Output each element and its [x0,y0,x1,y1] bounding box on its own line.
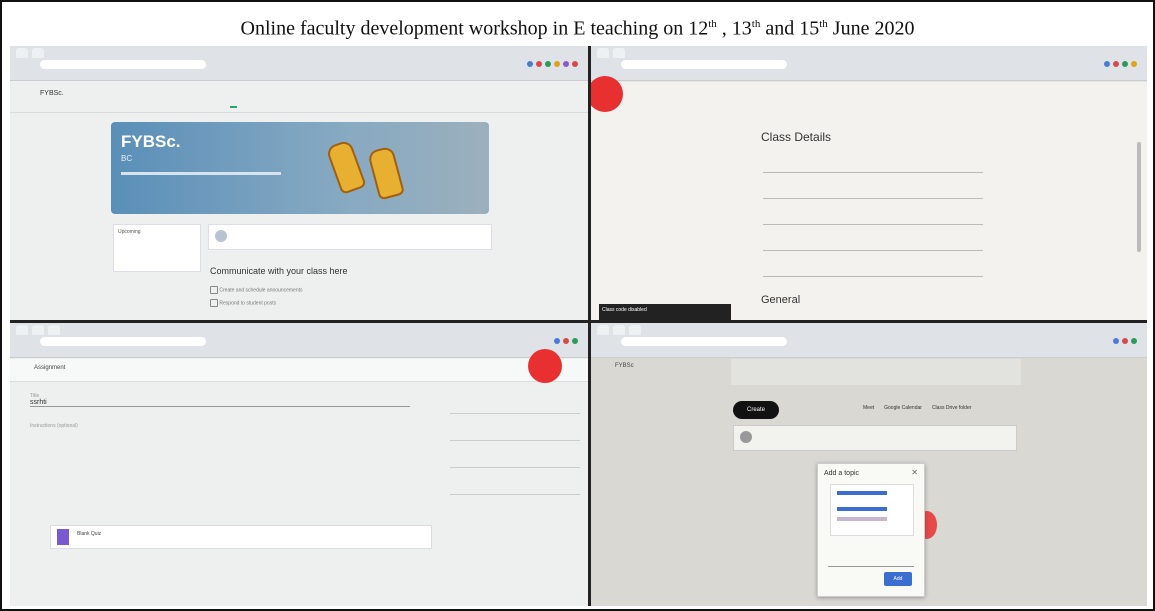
respond-hint: Respond to student posts [210,299,276,307]
browser-chrome [10,46,588,81]
classroom-stream-screenshot: FYBSc. FYBSc. BC Upcoming Communicate wi… [10,46,588,320]
assignment-header: Assignment [10,349,588,383]
screenshot-grid: FYBSc. FYBSc. BC Upcoming Communicate wi… [10,46,1147,606]
subject-field[interactable] [763,232,983,251]
due-select[interactable] [450,447,580,468]
settings-panel: Class Details General Class code disable… [591,76,1147,320]
address-bar[interactable] [40,337,206,346]
classwork-screenshot: FYBSc Create Meet Google Calendar Class … [591,323,1147,606]
add-button[interactable]: Add [884,572,912,586]
browser-tab[interactable] [613,48,625,58]
attachment-card[interactable]: Blank Quiz [50,525,432,549]
close-icon[interactable]: ✕ [911,468,918,477]
browser-chrome [591,323,1147,358]
class-settings-screenshot: Class Details General Class code disable… [591,46,1147,320]
communicate-heading: Communicate with your class here [210,266,348,276]
class-code-field[interactable] [763,258,983,277]
reply-icon [210,299,218,307]
banner-meet-link[interactable] [121,172,281,175]
class-header: FYBSc. [10,82,588,113]
browser-tab[interactable] [32,48,44,58]
class-tabs [230,94,329,108]
address-bar[interactable] [621,337,787,346]
browser-tab[interactable] [16,325,28,335]
browser-tab[interactable] [16,48,28,58]
browser-tab[interactable] [629,325,641,335]
points-select[interactable] [450,420,580,441]
classwork-header [731,359,1021,385]
shoe-illustration [325,139,367,195]
add-topic-dialog: Add a topic ✕ Add [817,463,925,597]
tab-stream[interactable] [230,94,237,108]
drive-link[interactable]: Class Drive folder [932,405,971,411]
announce-box[interactable] [208,224,492,250]
topic-input[interactable] [828,556,914,567]
forms-icon [57,529,69,545]
classwork-links: Meet Google Calendar Class Drive folder [863,405,971,411]
workshop-title: Online faculty development workshop in E… [240,17,915,40]
room-field[interactable] [763,206,983,225]
address-bar[interactable] [40,60,206,69]
meet-link[interactable]: Meet [863,405,874,411]
browser-chrome [591,46,1147,81]
collage-frame: Online faculty development workshop in E… [0,0,1155,611]
calendar-link[interactable]: Google Calendar [884,405,922,411]
browser-tab[interactable] [48,325,60,335]
topic-preview [830,484,914,536]
class-details-heading: Class Details [761,130,832,144]
class-name-field[interactable] [763,154,983,173]
extensions-bar [527,61,578,67]
assignment-screenshot: Assignment Title ssrhti Instructions (op… [10,323,588,606]
cursor-highlight [591,76,623,112]
browser-chrome [10,323,588,358]
shoe-illustration [366,145,406,201]
instructions-input[interactable]: Instructions (optional) [30,423,440,429]
class-name: FYBSc [615,363,634,369]
assignment-form: Title ssrhti Instructions (optional) Bla… [30,387,440,587]
snackbar: Class code disabled [599,304,731,320]
class-name: FYBSc. [40,90,64,97]
upcoming-card: Upcoming [113,224,201,272]
banner-section: BC [121,154,133,163]
dialog-title: Add a topic [824,470,860,477]
address-bar[interactable] [621,60,787,69]
scrollbar[interactable] [1137,142,1141,252]
banner-title: FYBSc. [121,132,181,151]
assign-button-highlight[interactable] [528,349,562,383]
assignment-heading: Assignment [34,365,66,371]
assignment-sidebar [450,387,580,587]
browser-tab[interactable] [597,325,609,335]
general-heading: General [761,294,801,306]
class-banner: FYBSc. BC [111,122,489,214]
avatar [215,230,227,242]
title-input[interactable]: ssrhti [30,399,410,407]
chat-icon [210,286,218,294]
section-field[interactable] [763,180,983,199]
for-select[interactable] [450,393,580,414]
classwork-item[interactable] [733,425,1017,451]
browser-tab[interactable] [613,325,625,335]
create-button[interactable]: Create [733,401,779,419]
announce-hint: Create and schedule announcements [210,286,303,294]
tab-people[interactable] [291,94,298,108]
tab-grades[interactable] [322,94,329,108]
assignment-icon [740,431,752,443]
topic-select[interactable] [450,474,580,495]
browser-tab[interactable] [32,325,44,335]
tab-classwork[interactable] [261,94,268,108]
browser-tab[interactable] [597,48,609,58]
